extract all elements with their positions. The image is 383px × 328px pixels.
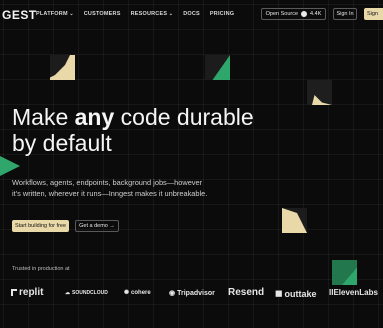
nav-item-pricing[interactable]: PRICING <box>210 11 234 17</box>
decorative-tile <box>282 208 307 233</box>
soundcloud-logo: ☁ SOUNDCLOUD <box>65 290 108 296</box>
nav-item-customers[interactable]: CUSTOMERS <box>84 11 121 17</box>
outtake-logo: ◼ outtake <box>275 288 317 299</box>
trusted-label: Trusted in production at <box>12 266 70 272</box>
sign-in-button[interactable]: Sign In <box>333 8 357 20</box>
top-nav: GEST PLATFORM CUSTOMERS RESOURCES DOCS P… <box>0 0 383 28</box>
replit-icon <box>11 289 17 296</box>
hero-headline: Make any code durable by default <box>12 104 282 156</box>
decorative-tile <box>307 80 332 105</box>
logo-text: replit <box>19 287 44 298</box>
cloud-icon: ☁ <box>65 290 70 296</box>
nav-item-platform[interactable]: PLATFORM <box>36 11 74 17</box>
decorative-tile <box>50 55 75 80</box>
decorative-tile <box>0 155 20 177</box>
cohere-logo: ✺ cohere <box>124 289 151 297</box>
brand-logo[interactable]: GEST <box>2 8 37 22</box>
logo-text: outtake <box>284 288 317 299</box>
replit-logo: replit <box>11 287 43 298</box>
hero-subtitle: Workflows, agents, endpoints, background… <box>12 178 208 198</box>
nav-menu: PLATFORM CUSTOMERS RESOURCES DOCS PRICIN… <box>36 11 234 17</box>
star-count: 4.4K <box>310 11 322 17</box>
customer-logos: replit ☁ SOUNDCLOUD ✺ cohere ◉ Tripadvisor … <box>11 287 383 301</box>
logo-text: SOUNDCLOUD <box>72 290 108 296</box>
tripadvisor-logo: ◉ Tripadvisor <box>169 289 215 298</box>
github-icon <box>301 11 308 17</box>
sign-up-button[interactable]: Sign <box>364 8 383 20</box>
start-building-button[interactable]: Start building for free <box>12 220 69 232</box>
elevenlabs-logo: IIElevenLabs <box>329 288 378 297</box>
open-source-button[interactable]: Open Source 4.4K <box>261 8 326 20</box>
cohere-icon: ✺ <box>124 290 130 296</box>
background-grid <box>0 0 383 328</box>
logo-text: Tripadvisor <box>177 289 215 297</box>
decorative-tile <box>205 55 230 80</box>
headline-emphasis: any <box>74 104 115 130</box>
open-source-label: Open Source <box>265 11 299 17</box>
logo-text: cohere <box>131 289 151 296</box>
decorative-tile <box>332 260 357 285</box>
nav-item-resources[interactable]: RESOURCES <box>131 11 174 17</box>
get-demo-button[interactable]: Get a demo → <box>75 220 119 232</box>
headline-part: Make <box>12 104 75 130</box>
owl-icon: ◉ <box>169 290 176 297</box>
nav-item-docs[interactable]: DOCS <box>183 11 200 17</box>
resend-logo: Resend <box>228 287 265 298</box>
outtake-icon: ◼ <box>275 288 283 298</box>
